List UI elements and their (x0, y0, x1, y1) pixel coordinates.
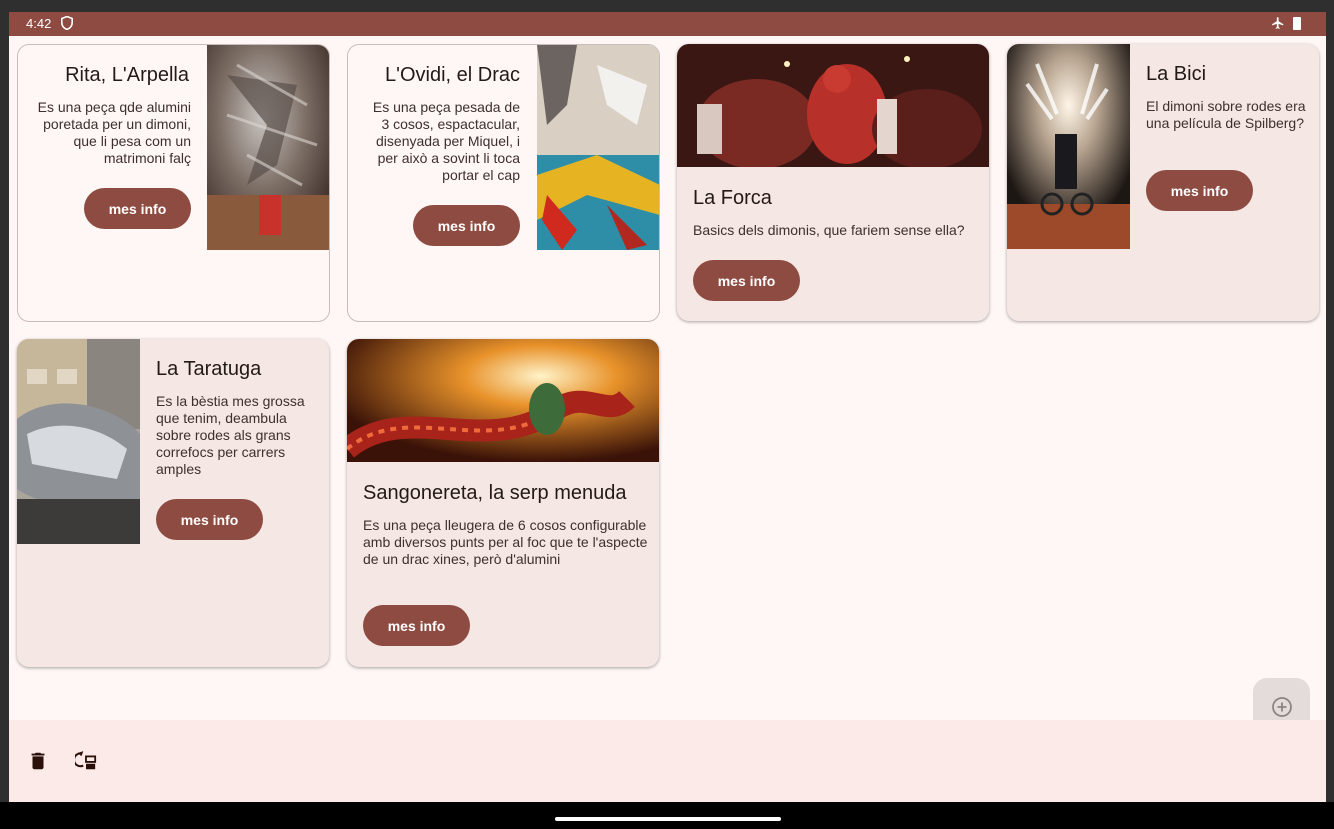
mes-info-button[interactable]: mes info (84, 188, 191, 229)
card-title: Sangonereta, la serp menuda (363, 482, 627, 504)
card-rita-larpella[interactable]: Rita, L'Arpella Es una peça qde alumini … (17, 44, 330, 322)
shield-icon (61, 15, 73, 31)
window-frame-left (0, 12, 9, 829)
card-image (347, 339, 659, 462)
card-description: Es una peça lleugera de 6 cosos configur… (363, 517, 648, 567)
card-la-bici[interactable]: La Bici El dimoni sobre rodes era una pe… (1007, 44, 1319, 321)
card-sangonereta[interactable]: Sangonereta, la serp menuda Es una peça … (347, 339, 659, 667)
card-title: La Taratuga (156, 358, 262, 380)
card-description: El dimoni sobre rodes era una película d… (1146, 98, 1306, 131)
refresh-list-icon[interactable] (73, 750, 97, 772)
battery-icon (1293, 17, 1301, 30)
mes-info-button[interactable]: mes info (693, 260, 800, 301)
window-frame-right (1326, 12, 1334, 829)
card-description: Es una peça pesada de 3 cosos, espactacu… (372, 99, 520, 183)
mes-info-button[interactable]: mes info (363, 605, 470, 646)
card-lovidi-el-drac[interactable]: L'Ovidi, el Drac Es una peça pesada de 3… (347, 44, 660, 322)
card-description: Es una peça qde alumini poretada per un … (37, 99, 191, 166)
bottom-app-bar (9, 720, 1326, 802)
card-title: La Bici (1146, 63, 1207, 85)
card-title: La Forca (693, 187, 772, 209)
airplane-mode-icon (1271, 16, 1285, 30)
window-frame-top (0, 0, 1334, 12)
card-description: Basics dels dimonis, que fariem sense el… (693, 222, 965, 238)
delete-icon[interactable] (27, 750, 49, 772)
card-title: L'Ovidi, el Drac (385, 64, 520, 86)
card-la-forca[interactable]: La Forca Basics dels dimonis, que fariem… (677, 44, 989, 321)
mes-info-button[interactable]: mes info (413, 205, 520, 246)
status-time: 4:42 (26, 16, 52, 31)
home-gesture-handle[interactable] (555, 817, 781, 821)
card-la-taratuga[interactable]: La Taratuga Es la bèstia mes grossa que … (17, 339, 329, 667)
card-image (17, 339, 140, 544)
card-image (677, 44, 989, 167)
add-circle-icon (1271, 696, 1293, 718)
card-description: Es la bèstia mes grossa que tenim, deamb… (156, 393, 305, 477)
status-bar: 4:42 (9, 12, 1326, 36)
mes-info-button[interactable]: mes info (1146, 170, 1253, 211)
card-grid-screen: Rita, L'Arpella Es una peça qde alumini … (9, 36, 1326, 735)
card-title: Rita, L'Arpella (65, 64, 189, 86)
card-image (207, 45, 329, 250)
card-image (1007, 44, 1130, 249)
mes-info-button[interactable]: mes info (156, 499, 263, 540)
card-image (537, 45, 659, 250)
system-navigation-bar (0, 802, 1334, 829)
